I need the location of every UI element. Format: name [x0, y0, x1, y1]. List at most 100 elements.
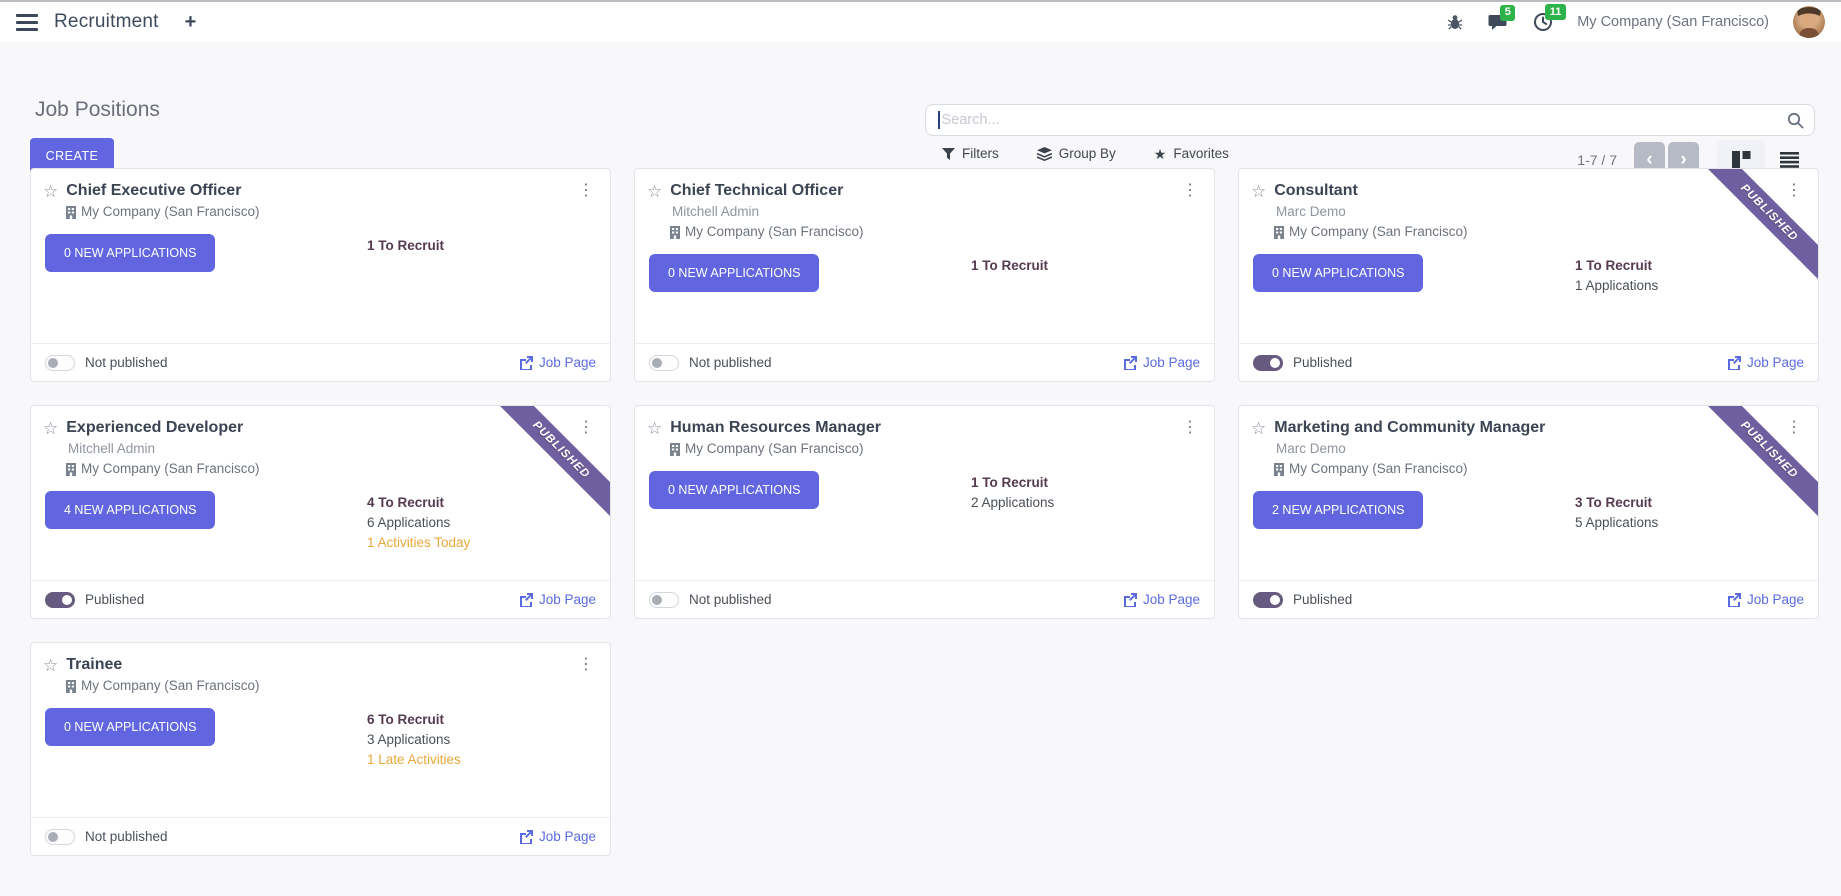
building-icon	[66, 680, 76, 693]
applications-stat[interactable]: 5 Applications	[1575, 513, 1658, 533]
kebab-menu-icon[interactable]: ⋮	[1180, 183, 1200, 199]
job-position-card[interactable]: PUBLISHED ☆ Marketing and Community Mana…	[1238, 405, 1819, 619]
card-footer: Not published Job Page	[31, 343, 610, 381]
control-panel: Job Positions CREATE Filters Group By ★ …	[0, 42, 1841, 168]
manager-name: Marc Demo	[1239, 439, 1818, 459]
job-title[interactable]: Marketing and Community Manager	[1274, 419, 1545, 437]
building-icon	[1274, 463, 1284, 476]
to-recruit-stat[interactable]: 1 To Recruit	[1575, 256, 1658, 276]
card-footer: Published Job Page	[1239, 343, 1818, 381]
applications-stat[interactable]: 3 Applications	[367, 730, 461, 750]
company-name: My Company (San Francisco)	[685, 222, 864, 242]
favorite-star-icon[interactable]: ☆	[43, 183, 58, 200]
search-input[interactable]	[942, 112, 1788, 128]
external-link-icon	[519, 593, 533, 607]
favorites-button[interactable]: ★ Favorites	[1154, 146, 1229, 161]
publish-status-label: Not published	[85, 829, 168, 844]
new-applications-button[interactable]: 0 NEW APPLICATIONS	[1253, 254, 1423, 292]
publish-toggle[interactable]	[649, 355, 679, 371]
new-applications-button[interactable]: 4 NEW APPLICATIONS	[45, 491, 215, 529]
favorite-star-icon[interactable]: ☆	[1251, 183, 1266, 200]
publish-toggle[interactable]	[45, 829, 75, 845]
job-position-card[interactable]: ☆ Chief Technical Officer ⋮ Mitchell Adm…	[634, 168, 1215, 382]
activities-menu[interactable]: 11	[1533, 12, 1553, 32]
kebab-menu-icon[interactable]: ⋮	[1180, 420, 1200, 436]
favorite-star-icon[interactable]: ☆	[43, 657, 58, 674]
publish-status-label: Published	[1293, 592, 1352, 607]
to-recruit-stat[interactable]: 3 To Recruit	[1575, 493, 1658, 513]
to-recruit-stat[interactable]: 1 To Recruit	[367, 236, 444, 256]
job-page-link[interactable]: Job Page	[519, 592, 596, 607]
company-name: My Company (San Francisco)	[81, 676, 260, 696]
job-title[interactable]: Consultant	[1274, 182, 1358, 200]
group-by-label: Group By	[1059, 146, 1116, 161]
job-position-card[interactable]: ☆ Human Resources Manager ⋮ My Company (…	[634, 405, 1215, 619]
search-box[interactable]	[925, 104, 1815, 136]
card-footer: Not published Job Page	[31, 817, 610, 855]
user-avatar[interactable]	[1793, 6, 1825, 38]
favorite-star-icon[interactable]: ☆	[1251, 420, 1266, 437]
to-recruit-stat[interactable]: 4 To Recruit	[367, 493, 470, 513]
kebab-menu-icon[interactable]: ⋮	[1784, 420, 1804, 436]
applications-stat[interactable]: 6 Applications	[367, 513, 470, 533]
toggle-knob	[48, 832, 58, 842]
app-title[interactable]: Recruitment	[54, 11, 159, 33]
to-recruit-stat[interactable]: 1 To Recruit	[971, 473, 1054, 493]
new-applications-button[interactable]: 0 NEW APPLICATIONS	[45, 708, 215, 746]
filters-button[interactable]: Filters	[942, 146, 999, 161]
kebab-menu-icon[interactable]: ⋮	[576, 420, 596, 436]
company-name: My Company (San Francisco)	[1289, 459, 1468, 479]
favorite-star-icon[interactable]: ☆	[43, 420, 58, 437]
publish-toggle[interactable]	[1253, 355, 1283, 371]
favorite-star-icon[interactable]: ☆	[647, 183, 662, 200]
applications-stat[interactable]: 1 Applications	[1575, 276, 1658, 296]
card-stats: 1 To Recruit 1 Applications	[1575, 256, 1658, 296]
job-position-card[interactable]: PUBLISHED ☆ Experienced Developer ⋮ Mitc…	[30, 405, 611, 619]
external-link-icon	[1123, 356, 1137, 370]
job-page-link[interactable]: Job Page	[519, 355, 596, 370]
new-applications-button[interactable]: 0 NEW APPLICATIONS	[649, 471, 819, 509]
new-applications-button[interactable]: 0 NEW APPLICATIONS	[45, 234, 215, 272]
kebab-menu-icon[interactable]: ⋮	[576, 657, 596, 673]
new-applications-button[interactable]: 2 NEW APPLICATIONS	[1253, 491, 1423, 529]
activities-count-badge: 11	[1545, 4, 1566, 20]
publish-toggle[interactable]	[45, 355, 75, 371]
apps-menu-icon[interactable]	[16, 14, 38, 31]
applications-stat[interactable]: 2 Applications	[971, 493, 1054, 513]
search-icon[interactable]	[1787, 112, 1804, 129]
job-title[interactable]: Chief Executive Officer	[66, 182, 241, 200]
kebab-menu-icon[interactable]: ⋮	[1784, 183, 1804, 199]
job-title[interactable]: Experienced Developer	[66, 419, 243, 437]
activity-stat[interactable]: 1 Activities Today	[367, 533, 470, 553]
publish-toggle[interactable]	[45, 592, 75, 608]
job-page-link[interactable]: Job Page	[1123, 355, 1200, 370]
job-title[interactable]: Chief Technical Officer	[670, 182, 843, 200]
text-cursor	[938, 111, 940, 129]
kebab-menu-icon[interactable]: ⋮	[576, 183, 596, 199]
to-recruit-stat[interactable]: 6 To Recruit	[367, 710, 461, 730]
card-stats: 1 To Recruit 2 Applications	[971, 473, 1054, 513]
job-position-card[interactable]: ☆ Chief Executive Officer ⋮ My Company (…	[30, 168, 611, 382]
favorite-star-icon[interactable]: ☆	[647, 420, 662, 437]
to-recruit-stat[interactable]: 1 To Recruit	[971, 256, 1048, 276]
company-user-menu[interactable]: My Company (San Francisco)	[1577, 14, 1769, 30]
funnel-icon	[942, 148, 955, 160]
publish-toggle[interactable]	[649, 592, 679, 608]
new-applications-button[interactable]: 0 NEW APPLICATIONS	[649, 254, 819, 292]
activity-stat[interactable]: 1 Late Activities	[367, 750, 461, 770]
job-title[interactable]: Trainee	[66, 656, 122, 674]
messages-menu[interactable]: 5	[1488, 13, 1509, 32]
group-by-button[interactable]: Group By	[1037, 146, 1116, 161]
job-page-link[interactable]: Job Page	[1123, 592, 1200, 607]
job-page-link[interactable]: Job Page	[1727, 355, 1804, 370]
job-position-card[interactable]: PUBLISHED ☆ Consultant ⋮ Marc Demo My Co…	[1238, 168, 1819, 382]
page-title: Job Positions	[35, 98, 160, 122]
job-page-label: Job Page	[1143, 592, 1200, 607]
debug-bug-icon[interactable]	[1446, 13, 1464, 31]
job-page-link[interactable]: Job Page	[1727, 592, 1804, 607]
job-title[interactable]: Human Resources Manager	[670, 419, 881, 437]
new-tab-icon[interactable]: +	[185, 12, 197, 32]
job-position-card[interactable]: ☆ Trainee ⋮ My Company (San Francisco) 0…	[30, 642, 611, 856]
publish-toggle[interactable]	[1253, 592, 1283, 608]
job-page-link[interactable]: Job Page	[519, 829, 596, 844]
